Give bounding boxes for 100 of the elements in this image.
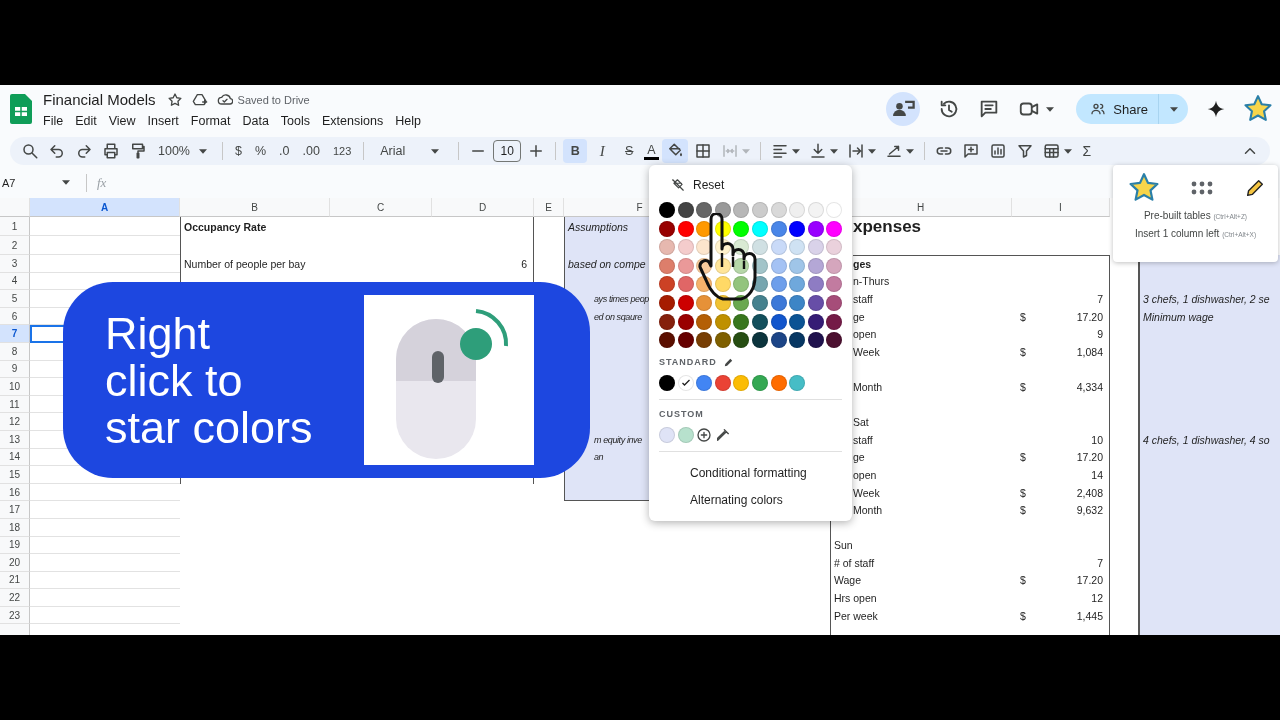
color-swatch[interactable] — [770, 332, 787, 349]
sheets-logo-icon[interactable] — [10, 94, 32, 124]
color-swatch[interactable] — [677, 276, 694, 293]
color-swatch[interactable] — [826, 294, 843, 311]
star-icon[interactable] — [166, 91, 183, 108]
color-swatch[interactable] — [789, 276, 806, 293]
color-swatch[interactable] — [789, 257, 806, 274]
color-swatch[interactable] — [714, 202, 731, 218]
menu-item[interactable]: Format — [190, 113, 231, 128]
color-swatch[interactable] — [807, 332, 824, 349]
color-swatch[interactable] — [677, 375, 694, 392]
vertical-align-icon[interactable] — [808, 142, 827, 160]
bold-button[interactable]: B — [563, 139, 588, 163]
add-icon[interactable] — [696, 427, 713, 444]
number-format-button[interactable]: 123 — [327, 139, 357, 163]
color-swatch[interactable] — [677, 427, 694, 444]
share-button[interactable]: Share — [1076, 94, 1158, 124]
color-swatch[interactable] — [789, 202, 806, 218]
color-swatch[interactable] — [733, 220, 750, 237]
color-swatch[interactable] — [714, 332, 731, 349]
pencil-icon[interactable] — [722, 356, 734, 368]
wrap-icon[interactable] — [846, 142, 865, 160]
color-swatch[interactable] — [807, 202, 824, 218]
row-header[interactable]: 12 — [0, 413, 30, 431]
caret-icon[interactable] — [431, 148, 440, 154]
column-header[interactable]: D — [432, 198, 534, 217]
color-swatch[interactable] — [807, 276, 824, 293]
color-swatch[interactable] — [826, 239, 843, 256]
row-header[interactable]: 5 — [0, 290, 30, 308]
document-title[interactable]: Financial Models — [43, 91, 156, 108]
decrease-decimals-button[interactable]: .0 — [274, 139, 295, 163]
color-swatch[interactable] — [751, 202, 768, 218]
caret-icon[interactable] — [905, 148, 914, 154]
drive-icon[interactable] — [191, 91, 208, 108]
filter-icon[interactable] — [1015, 142, 1034, 160]
font-dropdown[interactable]: Arial — [375, 139, 448, 163]
color-swatch[interactable] — [659, 202, 675, 218]
strikethrough-button[interactable]: S — [617, 139, 642, 163]
color-swatch[interactable] — [789, 239, 806, 256]
color-swatch[interactable] — [751, 220, 768, 237]
caret-icon[interactable] — [199, 148, 207, 154]
row-header[interactable]: 10 — [0, 378, 30, 396]
color-swatch[interactable] — [826, 202, 843, 218]
functions-button[interactable]: Σ — [1077, 139, 1097, 163]
color-swatch[interactable] — [826, 332, 843, 349]
color-swatch[interactable] — [770, 375, 787, 392]
color-swatch[interactable] — [807, 257, 824, 274]
search-icon[interactable] — [21, 142, 39, 160]
color-swatch[interactable] — [714, 313, 731, 330]
menu-item[interactable]: Help — [395, 113, 421, 128]
color-swatch[interactable] — [789, 375, 806, 392]
color-swatch[interactable] — [751, 332, 768, 349]
color-swatch[interactable] — [677, 257, 694, 274]
color-swatch[interactable] — [696, 313, 713, 330]
color-swatch[interactable] — [751, 313, 768, 330]
row-header[interactable]: 15 — [0, 466, 30, 484]
font-size-field[interactable]: 10 — [493, 140, 522, 162]
color-swatch[interactable] — [696, 332, 713, 349]
color-swatch[interactable] — [807, 313, 824, 330]
color-swatch[interactable] — [789, 220, 806, 237]
reset-button[interactable]: Reset — [659, 173, 829, 197]
color-swatch[interactable] — [677, 239, 694, 256]
color-swatch[interactable] — [733, 202, 750, 218]
row-header[interactable]: 1 — [0, 217, 30, 236]
caret-icon[interactable] — [791, 148, 800, 154]
print-icon[interactable] — [102, 142, 120, 160]
color-swatch[interactable] — [659, 294, 675, 311]
row-header[interactable]: 2 — [0, 236, 30, 255]
color-swatch[interactable] — [714, 375, 731, 392]
color-swatch[interactable] — [770, 294, 787, 311]
caret-icon[interactable] — [829, 148, 838, 154]
color-swatch[interactable] — [751, 375, 768, 392]
eyedropper-icon[interactable] — [714, 427, 731, 444]
menu-item[interactable]: View — [108, 113, 136, 128]
caret-icon[interactable] — [1063, 148, 1072, 154]
fill-color-button[interactable] — [661, 139, 688, 163]
column-header[interactable]: B — [180, 198, 330, 217]
color-swatch[interactable] — [677, 220, 694, 237]
color-swatch[interactable] — [733, 375, 750, 392]
italic-button[interactable]: I — [590, 139, 615, 163]
row-header[interactable]: 3 — [0, 255, 30, 273]
caret-icon[interactable] — [1046, 106, 1055, 112]
column-header[interactable]: C — [330, 198, 432, 217]
paint-roller-icon[interactable] — [129, 142, 147, 160]
color-swatch[interactable] — [807, 220, 824, 237]
color-swatch[interactable] — [789, 313, 806, 330]
dots-grid-icon[interactable] — [1190, 180, 1213, 196]
color-swatch[interactable] — [789, 332, 806, 349]
color-swatch[interactable] — [770, 202, 787, 218]
table-icon[interactable] — [1042, 142, 1061, 160]
color-swatch[interactable] — [733, 313, 750, 330]
color-swatch[interactable] — [770, 220, 787, 237]
color-swatch[interactable] — [659, 332, 675, 349]
color-swatch[interactable] — [733, 276, 750, 293]
name-box[interactable]: A7 — [2, 176, 74, 189]
caret-icon[interactable] — [867, 148, 876, 154]
sparkle-icon[interactable] — [1206, 99, 1226, 119]
color-swatch[interactable] — [677, 313, 694, 330]
row-header[interactable]: 17 — [0, 501, 30, 519]
color-swatch[interactable] — [659, 276, 675, 293]
